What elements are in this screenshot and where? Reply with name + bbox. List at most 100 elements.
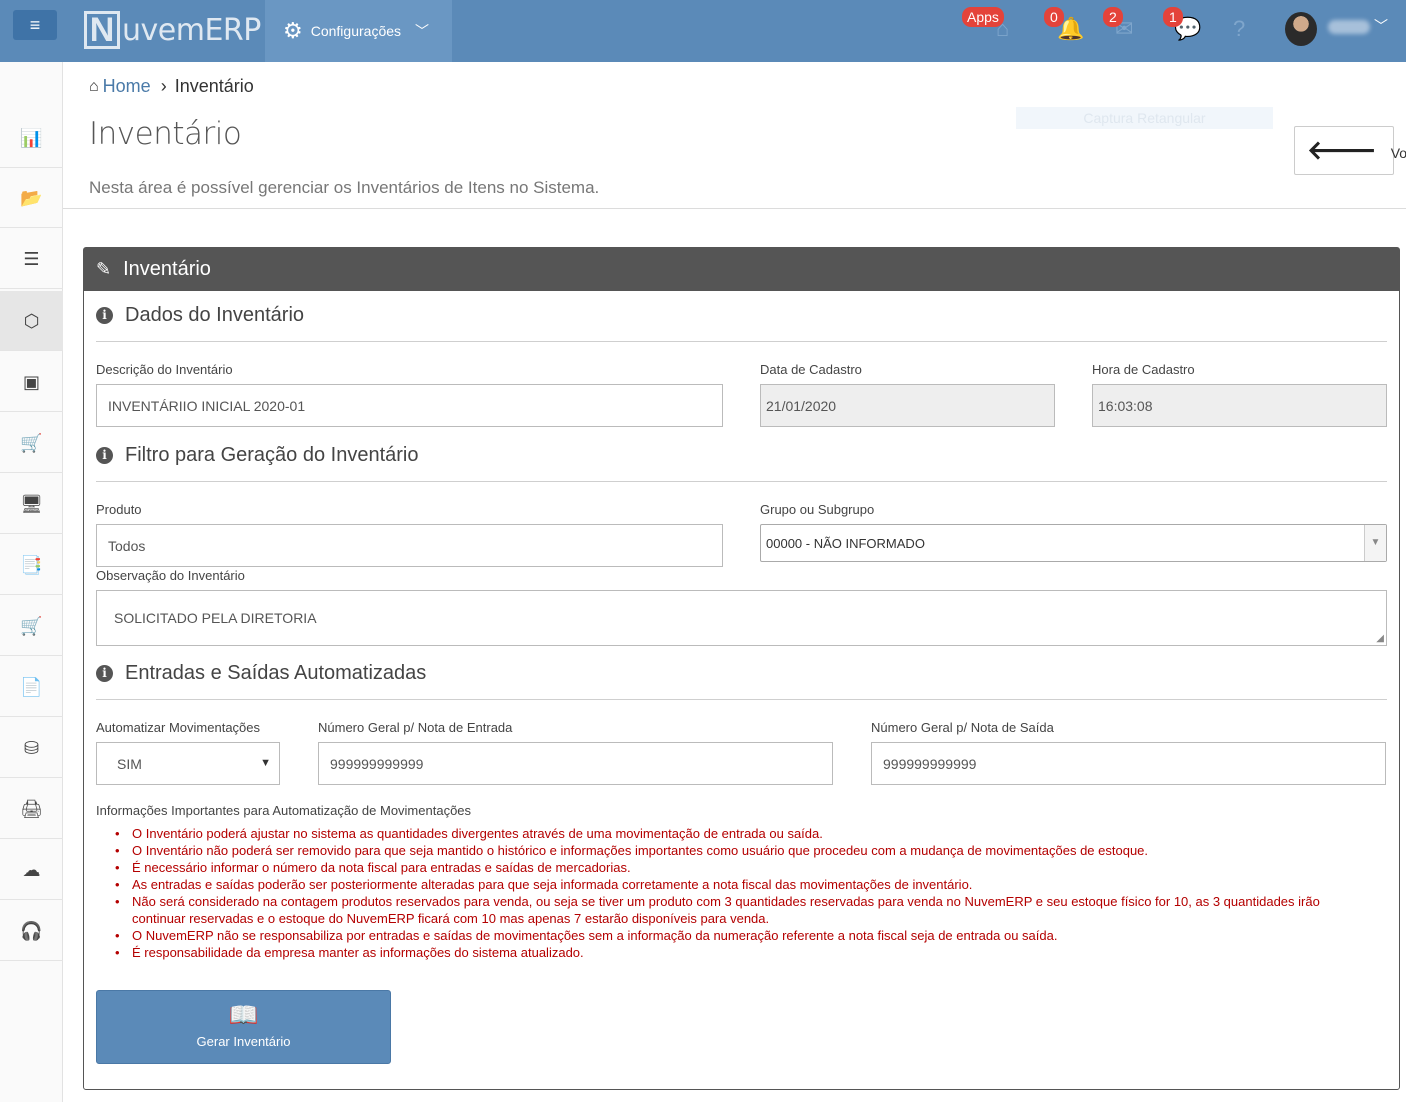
breadcrumb-home-link[interactable]: Home [103, 76, 151, 97]
descricao-label: Descrição do Inventário [96, 362, 233, 377]
section-entradas: i Entradas e Saídas Automatizadas [96, 662, 426, 685]
section-dados: i Dados do Inventário [96, 304, 304, 327]
nota-saida-input[interactable]: 999999999999 [871, 742, 1386, 785]
sidebar-item-backup[interactable]: ☁ [0, 840, 63, 900]
hora-cadastro-input: 16:03:08 [1092, 384, 1387, 427]
info-circle-icon: i [96, 307, 113, 324]
descricao-input[interactable]: INVENTÁRIIO INICIAL 2020-01 [96, 384, 723, 427]
warning-item: Não será considerado na contagem produto… [115, 893, 1375, 927]
sidebar-item-vendas[interactable]: 🛒 [0, 596, 63, 656]
sidebar-item-compras[interactable]: 🛒 [0, 413, 63, 473]
chevron-right-icon: › [160, 76, 167, 96]
book-icon: 📖 [228, 1002, 259, 1029]
apps-badge[interactable]: Apps [962, 7, 1004, 27]
documents-icon: 📑 [20, 555, 43, 575]
page-subtitle: Nesta área é possível gerenciar os Inven… [89, 178, 600, 197]
hora-cadastro-label: Hora de Cadastro [1092, 362, 1195, 377]
produto-input[interactable]: Todos [96, 524, 723, 567]
cube-icon: ⬡ [23, 311, 40, 331]
sidebar-item-dashboard[interactable]: 📊 [0, 108, 63, 168]
gerar-inventario-button[interactable]: 📖 Gerar Inventário [96, 990, 391, 1064]
resize-grip-icon[interactable]: ◢ [1376, 633, 1384, 644]
shopping-cart-icon: 🛒 [20, 616, 43, 636]
home-icon: ⌂ [89, 77, 99, 95]
sidebar-item-producao[interactable]: ▣ [0, 352, 63, 412]
section-divider [96, 699, 1387, 700]
data-cadastro-input: 21/01/2020 [760, 384, 1055, 427]
configuracoes-menu[interactable]: ⚙ Configurações ﹀ [265, 0, 452, 62]
nota-saida-label: Número Geral p/ Nota de Saída [871, 720, 1054, 735]
breadcrumb: ⌂ Home › Inventário [89, 76, 254, 97]
configuracoes-label: Configurações [310, 23, 402, 39]
nota-entrada-label: Número Geral p/ Nota de Entrada [318, 720, 513, 735]
back-button-label: Voltar [1390, 144, 1406, 161]
info-circle-icon: i [96, 447, 113, 464]
question-circle-icon[interactable]: ? [1233, 16, 1245, 42]
warning-item: O NuvemERP não se responsabiliza por ent… [115, 927, 1375, 944]
section-entradas-title: Entradas e Saídas Automatizadas [125, 662, 427, 684]
observacao-textarea[interactable]: SOLICITADO PELA DIRETORIA ◢ [96, 590, 1387, 646]
list-icon: ☰ [23, 249, 40, 269]
section-filtro-title: Filtro para Geração do Inventário [125, 444, 419, 466]
nota-entrada-input[interactable]: 999999999999 [318, 742, 833, 785]
breadcrumb-current: Inventário [174, 76, 254, 96]
sidebar-item-fiscal[interactable]: 📄 [0, 657, 63, 717]
sidebar-item-estoque[interactable]: ⬡ [0, 291, 63, 351]
sidebar-item-pdv[interactable]: 🖥 [0, 474, 63, 534]
sidebar-item-financeiro[interactable]: ⛁ [0, 718, 63, 778]
top-navbar: ≡ N uvemERP ⚙ Configurações ﹀ ⌂ Apps 🔔 0… [0, 0, 1406, 62]
warning-item: É necessário informar o número da nota f… [115, 859, 1375, 876]
notifications-badge[interactable]: 0 [1044, 7, 1064, 27]
arrow-left-icon: 🡐 [1307, 135, 1377, 165]
grupo-select[interactable]: 00000 - NÃO INFORMADO ▼ [760, 524, 1387, 562]
grupo-select-value: 00000 - NÃO INFORMADO [766, 535, 925, 551]
sidebar-item-documentos[interactable]: 📑 [0, 535, 63, 595]
data-cadastro-label: Data de Cadastro [760, 362, 862, 377]
messages-badge[interactable]: 2 [1103, 7, 1123, 27]
info-circle-icon: i [96, 665, 113, 682]
hamburger-menu-button[interactable]: ≡ [13, 10, 57, 40]
automatizar-select[interactable]: SIM ▼ [96, 742, 280, 785]
warning-item: O Inventário poderá ajustar no sistema a… [115, 825, 1375, 842]
hamburger-icon: ≡ [29, 15, 41, 35]
info-important-title: Informações Importantes para Automatizaç… [96, 803, 472, 818]
sidebar-item-cadastros[interactable]: 📂 [0, 168, 63, 228]
gerar-inventario-label: Gerar Inventário [196, 1034, 291, 1049]
section-divider [96, 481, 1387, 482]
chat-badge[interactable]: 1 [1163, 7, 1183, 27]
caret-down-icon[interactable]: ▼ [1364, 525, 1386, 561]
panel-header: ✎ Inventário [84, 248, 1399, 291]
warning-item: É responsabilidade da empresa manter as … [115, 944, 1375, 961]
back-button[interactable]: 🡐 Voltar [1294, 126, 1406, 175]
sidebar-item-suporte[interactable]: 🎧 [0, 901, 63, 961]
desktop-icon: 🖥 [20, 494, 43, 514]
gears-icon: ⚙ [283, 18, 303, 43]
section-divider [96, 341, 1387, 342]
sidebar: 📊 📂 ☰ ⬡ ▣ 🛒 🖥 📑 🛒 📄 ⛁ 🖨 ☁ 🎧 [0, 62, 63, 1102]
logo-mark: N [84, 11, 120, 49]
nuvemerp-logo[interactable]: N uvemERP [84, 10, 261, 50]
frame-icon: ▣ [22, 372, 40, 392]
headset-icon: 🎧 [20, 921, 43, 941]
sidebar-item-listas[interactable]: ☰ [0, 229, 63, 289]
cart-icon: 🛒 [20, 433, 43, 453]
section-filtro: i Filtro para Geração do Inventário [96, 444, 419, 467]
grupo-label: Grupo ou Subgrupo [760, 502, 875, 517]
user-chevron-down-icon[interactable]: ﹀ [1374, 16, 1388, 36]
section-dados-title: Dados do Inventário [125, 304, 305, 326]
page-title: Inventário [89, 116, 242, 152]
automatizar-label: Automatizar Movimentações [96, 720, 261, 735]
file-text-icon: 📄 [20, 677, 43, 697]
folder-open-icon: 📂 [20, 188, 43, 208]
database-icon: ⛁ [23, 738, 40, 758]
header-divider [63, 208, 1406, 209]
automatizar-value: SIM [117, 755, 142, 772]
logo-text: uvemERP [122, 12, 261, 48]
sidebar-item-relatorios[interactable]: 🖨 [0, 779, 63, 839]
user-avatar[interactable] [1285, 12, 1317, 46]
username-blurred[interactable] [1328, 20, 1370, 34]
observacao-value: SOLICITADO PELA DIRETORIA [114, 610, 317, 626]
panel-title: Inventário [123, 258, 211, 280]
observacao-label: Observação do Inventário [96, 568, 245, 583]
edit-icon: ✎ [96, 259, 112, 279]
